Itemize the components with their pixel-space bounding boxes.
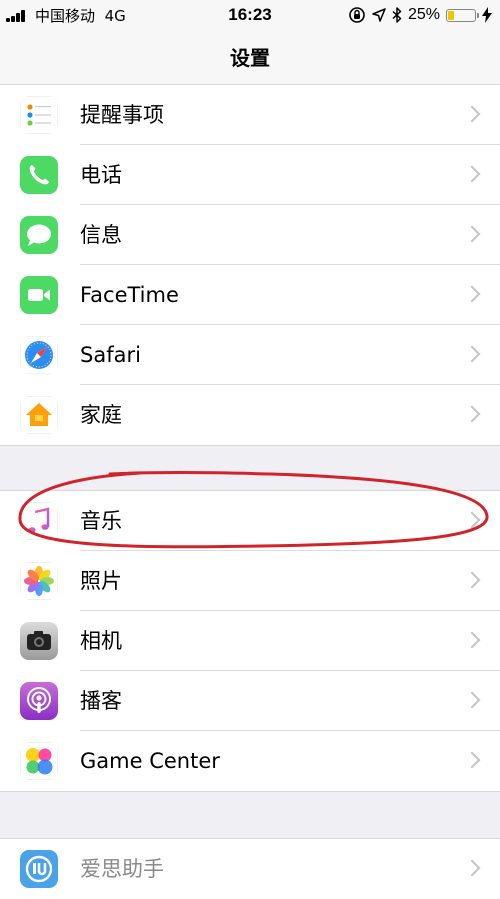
- game-center-icon: [20, 742, 58, 780]
- messages-icon: [20, 216, 58, 254]
- chevron-right-icon: [463, 751, 481, 769]
- chevron-right-icon: [463, 225, 481, 243]
- music-icon: [20, 502, 58, 540]
- camera-icon: [20, 622, 58, 660]
- battery-icon: [446, 8, 479, 22]
- row-label: 播客: [80, 689, 122, 713]
- row-label: Game Center: [80, 749, 220, 773]
- row-label: 相机: [80, 629, 122, 653]
- battery-level-fill: [448, 10, 454, 20]
- battery-percent: 25%: [407, 6, 440, 23]
- location-icon: [372, 8, 386, 22]
- podcasts-icon: [20, 682, 58, 720]
- settings-row-aisi[interactable]: 爱思助手: [0, 839, 500, 899]
- aisi-icon: [20, 850, 58, 888]
- settings-row-facetime[interactable]: FaceTime: [0, 265, 500, 325]
- chevron-right-icon: [463, 511, 481, 529]
- row-label: 家庭: [80, 403, 122, 427]
- chevron-right-icon: [463, 285, 481, 303]
- row-label: 照片: [80, 569, 122, 593]
- chevron-right-icon: [463, 405, 481, 423]
- row-label: 爱思助手: [80, 857, 164, 881]
- chevron-right-icon: [463, 165, 481, 183]
- settings-row-camera[interactable]: 相机: [0, 611, 500, 671]
- settings-row-game-center[interactable]: Game Center: [0, 731, 500, 791]
- photos-icon: [20, 562, 58, 600]
- settings-group-apps-2: 音乐 照片 相机 播客 Game Center: [0, 490, 500, 792]
- settings-row-messages[interactable]: 信息: [0, 205, 500, 265]
- reminders-icon: [20, 96, 58, 134]
- row-label: 电话: [80, 163, 122, 187]
- status-bar: 中国移动 4G 16:23 25%: [0, 0, 500, 30]
- facetime-icon: [20, 276, 58, 314]
- charging-icon: [482, 7, 492, 23]
- settings-row-home[interactable]: 家庭: [0, 385, 500, 445]
- settings-row-reminders[interactable]: 提醒事项: [0, 85, 500, 145]
- row-label: FaceTime: [80, 283, 179, 307]
- settings-row-photos[interactable]: 照片: [0, 551, 500, 611]
- row-label: 信息: [80, 223, 122, 247]
- chevron-right-icon: [463, 105, 481, 123]
- status-right: 25%: [348, 4, 492, 26]
- safari-icon: [20, 336, 58, 374]
- home-icon: [20, 396, 58, 434]
- settings-row-safari[interactable]: Safari: [0, 325, 500, 385]
- chevron-right-icon: [463, 571, 481, 589]
- bluetooth-icon: [392, 7, 402, 23]
- phone-icon: [20, 156, 58, 194]
- chevron-right-icon: [463, 859, 481, 877]
- navigation-bar: 设置: [0, 30, 500, 85]
- settings-row-music[interactable]: 音乐: [0, 491, 500, 551]
- chevron-right-icon: [463, 691, 481, 709]
- row-label: Safari: [80, 343, 141, 367]
- settings-row-podcasts[interactable]: 播客: [0, 671, 500, 731]
- settings-row-phone[interactable]: 电话: [0, 145, 500, 205]
- page-title: 设置: [230, 46, 270, 70]
- chevron-right-icon: [463, 631, 481, 649]
- settings-group-third-party: 爱思助手: [0, 838, 500, 899]
- row-label: 音乐: [80, 509, 122, 533]
- row-label: 提醒事项: [80, 103, 164, 127]
- chevron-right-icon: [463, 345, 481, 363]
- settings-group-apps-1: 提醒事项 电话 信息 FaceTime Safari 家庭: [0, 84, 500, 446]
- orientation-lock-icon: [349, 7, 365, 23]
